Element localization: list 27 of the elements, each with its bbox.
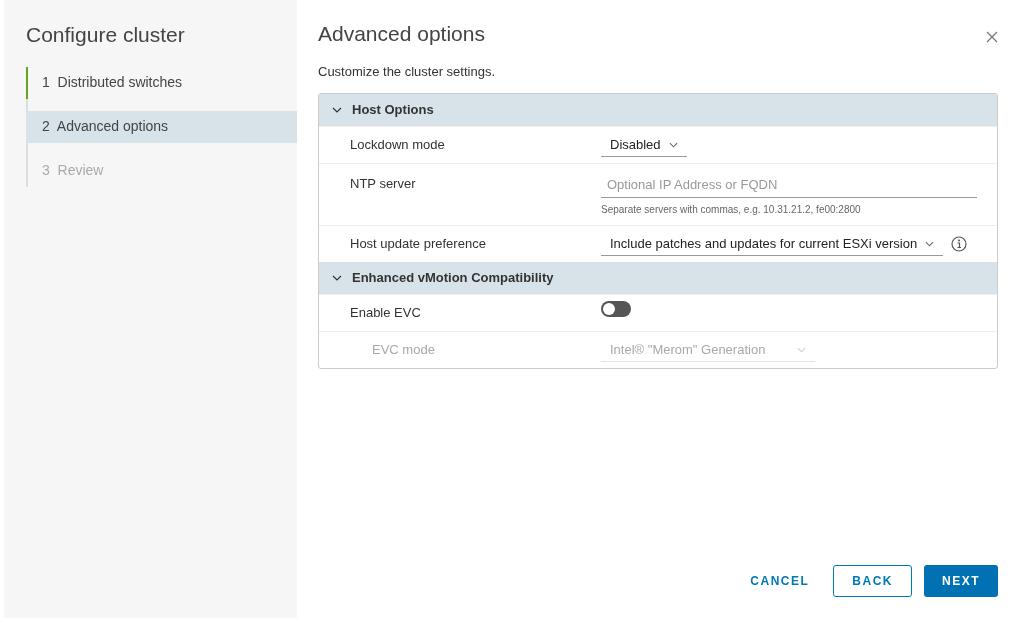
chevron-icon bbox=[332, 275, 342, 281]
wizard-title: Configure cluster bbox=[25, 22, 186, 48]
toggle-switch[interactable] bbox=[601, 301, 631, 317]
field-label: Host update preference bbox=[349, 235, 487, 253]
chevron-icon bbox=[797, 346, 806, 353]
wizard-step[interactable]: 2 Advanced options bbox=[26, 110, 297, 143]
field-label: Enable EVC bbox=[349, 304, 422, 322]
wizard-step[interactable]: 1 Distributed switches bbox=[26, 66, 297, 99]
wizard-button[interactable]: CANCEL bbox=[738, 565, 822, 597]
section-header[interactable]: Enhanced vMotion Compatibility bbox=[319, 262, 997, 294]
dialog-title: Advanced options bbox=[318, 21, 485, 47]
helper-text: Separate servers with commas, e.g. 10.31.21.2, fe00:2800 bbox=[601, 203, 862, 217]
wizard-button[interactable]: NEXT bbox=[924, 565, 998, 597]
chevron-icon bbox=[332, 107, 342, 113]
field-label: Lockdown mode bbox=[349, 136, 446, 154]
ntp-input-field[interactable]: Optional IP Address or FQDN bbox=[601, 172, 977, 198]
info-icon[interactable] bbox=[951, 236, 968, 252]
close-icon[interactable] bbox=[986, 30, 998, 43]
section-header[interactable]: Host Options bbox=[319, 94, 997, 126]
wizard-button[interactable]: BACK bbox=[833, 565, 912, 597]
dropdown[interactable]: Disabled bbox=[601, 133, 687, 157]
dropdown[interactable]: Include patches and updates for current ESXi version bbox=[601, 232, 944, 256]
chevron-icon bbox=[925, 240, 935, 247]
chevron-icon bbox=[668, 141, 678, 148]
dialog-subtitle: Customize the cluster settings. bbox=[318, 62, 497, 81]
field-label: NTP server bbox=[349, 175, 417, 193]
field-label: EVC mode bbox=[371, 341, 436, 359]
